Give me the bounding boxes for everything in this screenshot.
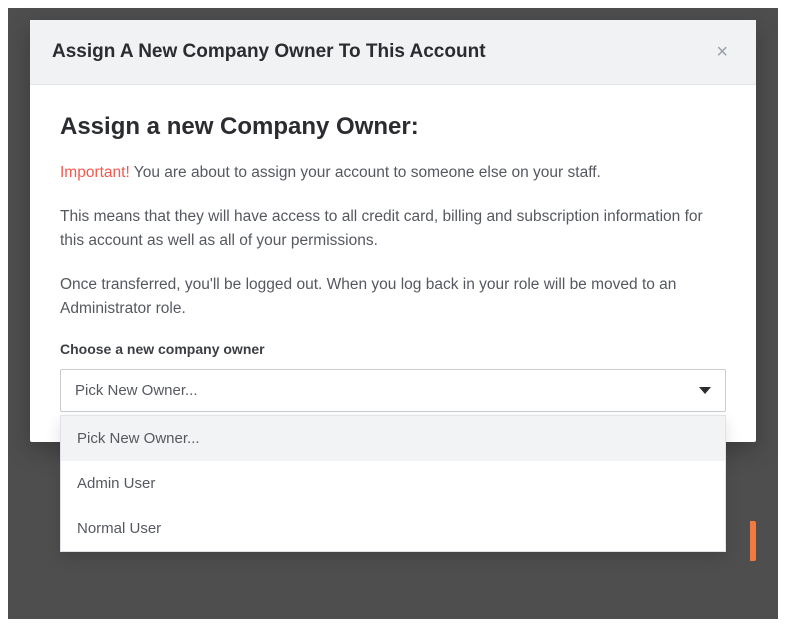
hidden-button-edge [750,521,756,561]
important-paragraph: Important! You are about to assign your … [60,161,726,185]
chevron-down-icon [699,387,711,394]
section-heading: Assign a new Company Owner: [60,113,726,141]
owner-option-placeholder[interactable]: Pick New Owner... [61,416,725,461]
important-label: Important! [60,164,130,181]
owner-select[interactable]: Pick New Owner... [60,369,726,412]
transfer-paragraph: Once transferred, you'll be logged out. … [60,273,726,321]
owner-dropdown: Pick New Owner... Admin User Normal User [60,415,726,552]
modal-header: Assign A New Company Owner To This Accou… [30,20,756,85]
access-paragraph: This means that they will have access to… [60,205,726,253]
owner-option-admin[interactable]: Admin User [61,461,725,506]
modal-body: Assign a new Company Owner: Important! Y… [30,85,756,442]
owner-select-value: Pick New Owner... [75,382,198,399]
owner-select-label: Choose a new company owner [60,341,726,357]
owner-option-normal[interactable]: Normal User [61,506,725,551]
assign-owner-modal: Assign A New Company Owner To This Accou… [30,20,756,442]
modal-title: Assign A New Company Owner To This Accou… [52,41,486,63]
close-icon[interactable]: × [710,38,734,66]
owner-select-wrap: Pick New Owner... Pick New Owner... Admi… [60,369,726,412]
important-text: You are about to assign your account to … [130,164,601,181]
